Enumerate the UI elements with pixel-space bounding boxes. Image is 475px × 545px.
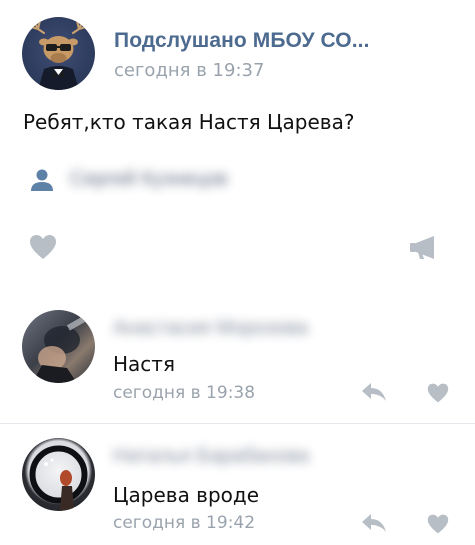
person-icon: [31, 169, 53, 191]
group-name-link[interactable]: Подслушано МБОУ СО...: [114, 29, 370, 53]
comment-avatar[interactable]: [22, 310, 95, 383]
post-signer[interactable]: Сергей Кузнецов: [25, 163, 345, 203]
comment-timestamp: сегодня в 19:38: [113, 383, 256, 403]
comment-text: Царева вроде: [113, 483, 260, 507]
comment-author-name[interactable]: Анастасия Морозова: [113, 317, 308, 340]
signer-name[interactable]: Сергей Кузнецов: [70, 168, 227, 191]
heart-icon[interactable]: [28, 233, 58, 261]
comment-author-name[interactable]: Наталья Барабанова: [113, 445, 309, 468]
reply-arrow-icon[interactable]: [361, 381, 387, 403]
user-photo-avatar: [29, 445, 88, 511]
group-avatar[interactable]: [22, 17, 95, 90]
post-view: Подслушано МБОУ СО... сегодня в 19:37 Ре…: [0, 0, 475, 545]
comment-item: Анастасия Морозова Настя сегодня в 19:38: [0, 305, 475, 420]
reply-arrow-icon[interactable]: [361, 512, 387, 534]
comment-text: Настя: [113, 352, 175, 376]
moose-mascot-icon: [29, 18, 88, 90]
post-text: Ребят,кто такая Настя Царева?: [23, 110, 355, 134]
user-photo-avatar: [32, 315, 88, 383]
post-actions: [0, 228, 475, 268]
comment-divider: [0, 423, 475, 424]
comment-item: Наталья Барабанова Царева вроде сегодня …: [0, 428, 475, 543]
post-header: Подслушано МБОУ СО... сегодня в 19:37: [22, 17, 462, 91]
heart-icon[interactable]: [426, 513, 450, 535]
post-timestamp: сегодня в 19:37: [114, 60, 265, 81]
comment-avatar[interactable]: [22, 438, 95, 511]
megaphone-icon[interactable]: [408, 234, 440, 260]
comment-timestamp: сегодня в 19:42: [113, 513, 256, 533]
heart-icon[interactable]: [426, 382, 450, 404]
